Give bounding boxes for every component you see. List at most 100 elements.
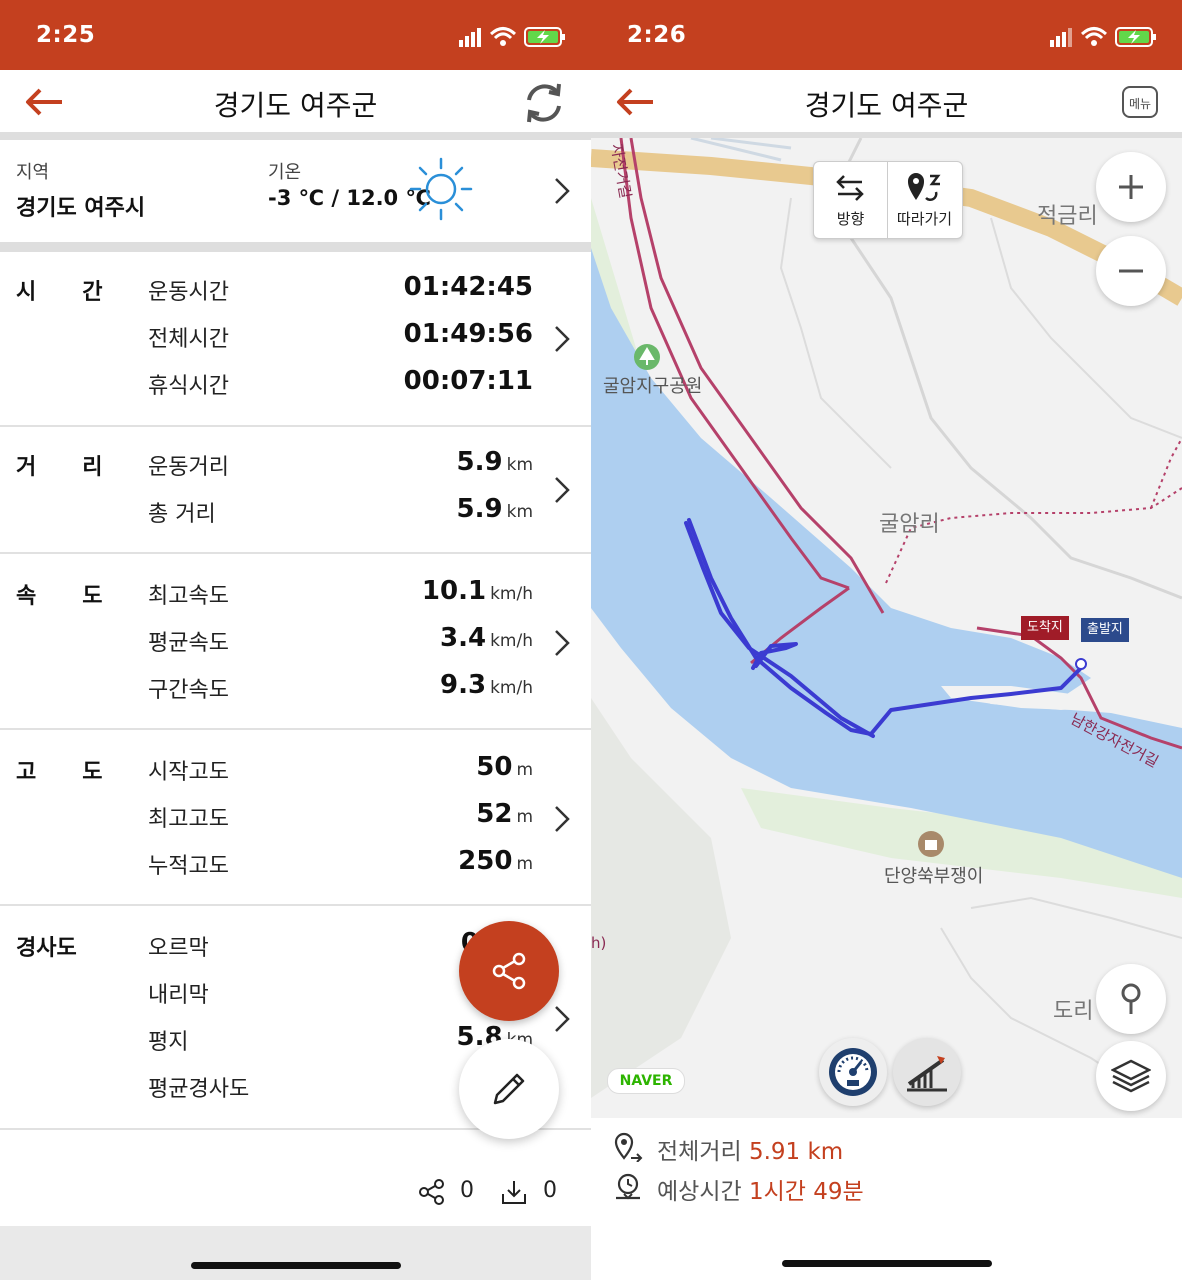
naver-logo: NAVER <box>607 1068 685 1094</box>
row-label: 총 거리 <box>148 502 216 527</box>
status-icons <box>459 27 565 47</box>
row-value: 01:49:56 <box>403 319 533 349</box>
home-area <box>0 1226 591 1280</box>
row-value: 00:07:11 <box>403 366 533 396</box>
distance-section[interactable]: 거 리 운동거리 5.9 km 총 거리 5.9 km <box>0 427 591 552</box>
distance-pin-icon <box>614 1132 643 1162</box>
total-distance-text: 전체거리 5.91 km <box>657 1139 844 1165</box>
nav-bar: 경기도 여주군 <box>0 70 591 134</box>
page-title: 경기도 여주군 <box>804 89 969 122</box>
row-label: 내리막 <box>148 983 209 1008</box>
zoom-out-button[interactable] <box>1096 236 1166 306</box>
row-value: 52 m <box>476 799 533 829</box>
follow-route-icon <box>908 173 941 201</box>
status-icons <box>1050 27 1156 47</box>
row-label: 오르막 <box>148 936 209 961</box>
row-value: 50 m <box>476 752 533 782</box>
home-indicator <box>781 1260 992 1267</box>
map-layers-button[interactable] <box>1096 1041 1166 1111</box>
map-label-park: 굴암지구공원 <box>603 376 703 397</box>
route-map[interactable]: 굴암지구공원 굴암리 적금리 단양쑥부쟁이 도리 남한강자전거길 자전거길 h)… <box>591 138 1182 1118</box>
my-location-button[interactable] <box>1096 964 1166 1034</box>
section-label: 고 도 <box>16 760 103 785</box>
estimated-time-text: 예상시간 1시간 49분 <box>657 1179 864 1205</box>
section-label: 거 리 <box>16 455 103 480</box>
map-control-box: 방향 따라가기 <box>813 161 963 239</box>
row-label: 운동거리 <box>148 455 229 480</box>
region-label: 지역 <box>16 162 50 183</box>
row-value: 5.9 km <box>456 494 533 524</box>
minus-icon <box>1119 269 1143 273</box>
row-label: 평균경사도 <box>148 1077 250 1102</box>
divider <box>0 132 591 140</box>
zoom-in-button[interactable] <box>1096 152 1166 222</box>
clock-pin-icon <box>616 1173 640 1200</box>
row-label: 평지 <box>148 1030 189 1055</box>
page-title: 경기도 여주군 <box>213 89 378 122</box>
route-map-screen: 2:26 경기도 여주군 메뉴 굴암지구공원 굴암리 적금리 단양쑥부쟁이 도리… <box>591 0 1182 1280</box>
plus-icon <box>1119 175 1143 199</box>
chevron-right-icon <box>555 326 570 352</box>
row-label: 운동시간 <box>148 280 229 305</box>
map-label-village: 굴암리 <box>879 512 940 537</box>
row-value: 9.3 km/h <box>440 670 533 700</box>
chevron-right-icon <box>555 477 570 503</box>
temperature-label: 기온 <box>268 162 302 183</box>
refresh-icon[interactable] <box>521 80 567 126</box>
bottom-action-bar: 0 0 <box>0 1152 591 1226</box>
download-icon[interactable] <box>500 1178 528 1206</box>
chevron-right-icon <box>555 806 570 832</box>
park-icon <box>634 344 660 370</box>
status-time: 2:25 <box>36 22 96 48</box>
altitude-chart-button[interactable] <box>893 1038 961 1106</box>
sun-icon <box>409 157 473 221</box>
chevron-right-icon <box>555 630 570 656</box>
status-bar: 2:25 <box>0 0 591 70</box>
row-label: 평균속도 <box>148 631 229 656</box>
estimated-time-row: 예상시간 1시간 49분 <box>613 1170 1173 1205</box>
layers-icon <box>1111 1059 1151 1093</box>
edit-fab-button[interactable] <box>459 1039 559 1139</box>
row-label: 최고속도 <box>148 584 229 609</box>
temperature-value: -3 ℃ / 12.0 ℃ <box>268 186 431 210</box>
nav-bar: 경기도 여주군 메뉴 <box>591 70 1182 134</box>
altitude-section[interactable]: 고 도 시작고도 50 m 최고고도 52 m 누적고도 250 m <box>0 730 591 904</box>
poi-icon <box>918 831 944 857</box>
direction-label: 방향 <box>836 210 865 228</box>
section-label: 시 간 <box>16 280 103 305</box>
row-label: 시작고도 <box>148 760 229 785</box>
swap-arrows-icon <box>836 175 864 201</box>
row-label: 휴식시간 <box>148 374 229 399</box>
chevron-right-icon <box>555 1006 570 1032</box>
region-value: 경기도 여주시 <box>16 196 146 221</box>
menu-button[interactable]: 메뉴 <box>1122 86 1158 118</box>
status-bar: 2:26 <box>591 0 1182 70</box>
start-flag: 출발지 <box>1081 618 1129 642</box>
home-indicator <box>190 1262 401 1269</box>
time-section[interactable]: 시 간 운동시간 01:42:45 전체시간 01:49:56 휴식시간 00:… <box>0 252 591 424</box>
map-label-south-poi: 단양쑥부쟁이 <box>884 866 984 887</box>
speed-gauge-button[interactable] <box>819 1038 887 1106</box>
row-value: 01:42:45 <box>403 272 533 302</box>
slope-chart-icon <box>907 1056 947 1092</box>
row-value: 10.1 km/h <box>421 576 533 606</box>
map-label-north-village: 적금리 <box>1037 204 1098 229</box>
arrival-flag: 도착지 <box>1021 616 1069 640</box>
share-icon[interactable] <box>418 1178 446 1206</box>
row-value: 3.4 km/h <box>440 623 533 653</box>
route-summary: 전체거리 5.91 km 예상시간 1시간 49분 <box>591 1118 1182 1218</box>
row-value: 5.9 km <box>456 447 533 477</box>
follow-button[interactable]: 따라가기 <box>888 162 961 238</box>
divider <box>0 242 591 252</box>
row-label: 최고고도 <box>148 807 229 832</box>
share-icon <box>492 952 526 990</box>
speed-section[interactable]: 속 도 최고속도 10.1 km/h 평균속도 3.4 km/h 구간속도 9.3 k… <box>0 554 591 728</box>
share-count: 0 <box>460 1178 474 1203</box>
region-weather-row[interactable]: 지역 경기도 여주시 기온 -3 ℃ / 12.0 ℃ <box>0 140 591 242</box>
share-fab-button[interactable] <box>459 921 559 1021</box>
status-time: 2:26 <box>627 22 687 48</box>
speedometer-icon <box>829 1048 877 1096</box>
download-count: 0 <box>543 1178 557 1203</box>
direction-button[interactable]: 방향 <box>814 162 887 238</box>
section-label: 경사도 <box>16 936 77 961</box>
